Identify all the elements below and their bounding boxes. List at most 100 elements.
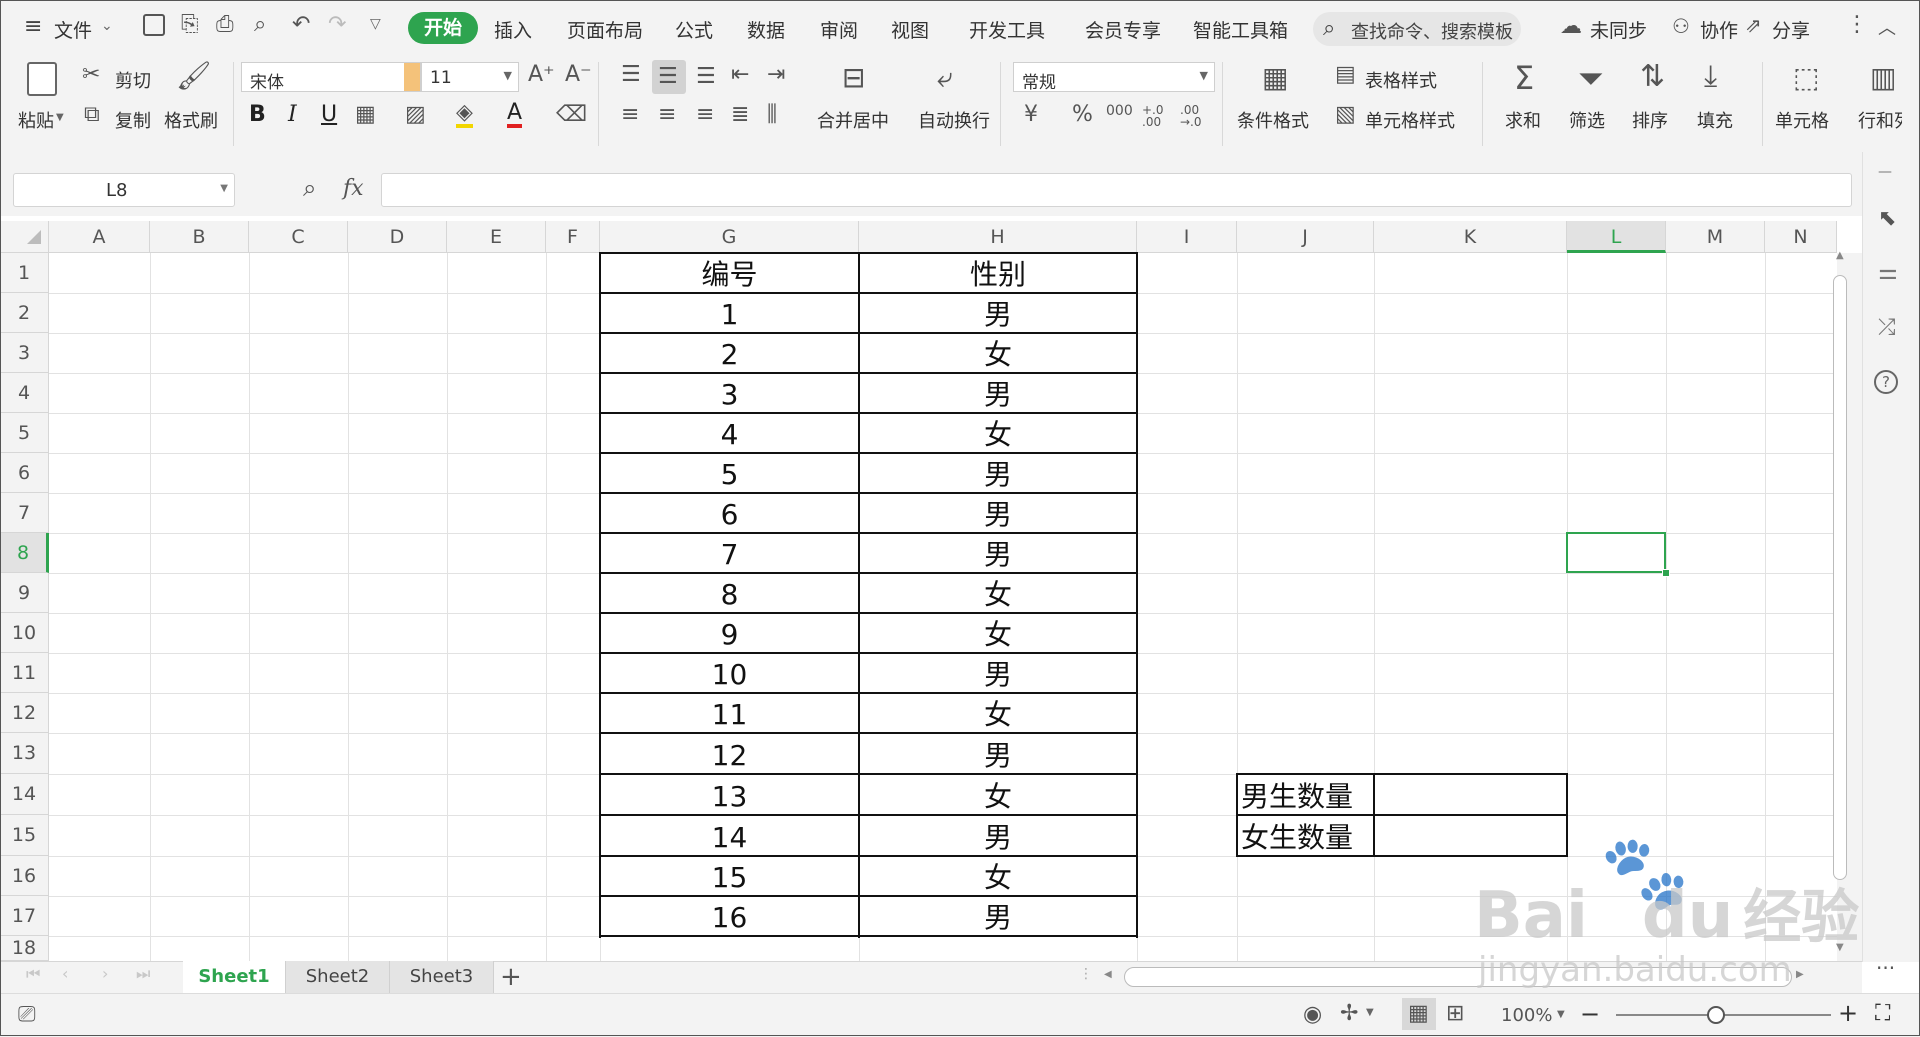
row-header[interactable]: 9 xyxy=(0,573,49,613)
cut-button[interactable]: 剪切 xyxy=(115,67,151,93)
chevron-down-icon[interactable]: ⌄ xyxy=(101,18,113,34)
font-size-select[interactable]: 11 ▼ xyxy=(421,62,519,92)
row-header[interactable]: 15 xyxy=(0,815,49,856)
table-cell[interactable]: 13 xyxy=(600,776,859,817)
filter-icon[interactable]: ⏷ xyxy=(1578,62,1604,94)
format-painter-button[interactable]: 格式刷 xyxy=(164,107,218,133)
table-cell[interactable]: 女 xyxy=(859,575,1137,615)
align-left-icon[interactable]: ≡ xyxy=(621,104,639,126)
tab-view[interactable]: 视图 xyxy=(891,16,929,43)
table-cell[interactable]: 12 xyxy=(600,735,859,776)
column-header[interactable]: B xyxy=(150,221,249,253)
selected-cell[interactable] xyxy=(1566,532,1666,573)
tab-data[interactable]: 数据 xyxy=(747,16,785,43)
settings-slider-icon[interactable]: ⚌ xyxy=(1878,260,1898,285)
conditional-format-icon[interactable]: ▦ xyxy=(1262,64,1288,92)
chevron-down-icon[interactable]: ▼ xyxy=(220,183,228,194)
female-count-cell[interactable] xyxy=(1374,817,1567,858)
distributed-align-icon[interactable]: ⫼ xyxy=(767,104,777,126)
table-header-cell[interactable]: 编号 xyxy=(600,255,859,295)
search-box[interactable]: ⌕ 查找命令、搜索模板 xyxy=(1313,12,1521,46)
font-color-icon[interactable]: A xyxy=(507,102,523,128)
italic-button[interactable]: I xyxy=(288,104,297,126)
align-top-icon[interactable]: ☰ xyxy=(621,64,641,86)
column-header[interactable]: G xyxy=(600,221,859,253)
column-header[interactable]: A xyxy=(49,221,150,253)
fill-handle[interactable] xyxy=(1662,569,1670,577)
decrease-decimal-button[interactable]: .00 →.0 xyxy=(1180,104,1212,128)
zoom-slider-handle[interactable] xyxy=(1707,1006,1725,1024)
column-header[interactable]: H xyxy=(859,221,1137,253)
row-header[interactable]: 10 xyxy=(0,613,49,653)
table-cell[interactable]: 15 xyxy=(600,858,859,898)
column-header[interactable]: D xyxy=(348,221,447,253)
table-cell[interactable]: 1 xyxy=(600,295,859,335)
table-cell[interactable]: 男 xyxy=(859,495,1137,535)
table-cell[interactable]: 女 xyxy=(859,776,1137,817)
increase-font-icon[interactable]: A⁺ xyxy=(528,64,555,86)
fullscreen-icon[interactable]: ⛶ xyxy=(1875,1001,1890,1026)
table-cell[interactable]: 男 xyxy=(859,295,1137,335)
row-header[interactable]: 3 xyxy=(0,333,49,373)
table-cell[interactable]: 11 xyxy=(600,695,859,735)
fill-color-icon[interactable]: ◈ xyxy=(456,102,473,128)
table-cell[interactable]: 9 xyxy=(600,615,859,655)
merge-center-button[interactable]: 合并居中 xyxy=(817,107,889,133)
row-header[interactable]: 13 xyxy=(0,733,49,774)
filter-button[interactable]: 筛选 xyxy=(1569,107,1605,133)
table-cell[interactable]: 女 xyxy=(859,615,1137,655)
table-cell[interactable]: 男 xyxy=(859,455,1137,495)
row-header[interactable]: 4 xyxy=(0,373,49,413)
paste-button[interactable]: 粘贴 xyxy=(18,107,54,133)
add-sheet-icon[interactable]: + xyxy=(500,961,522,993)
align-center-icon[interactable]: ≡ xyxy=(658,104,676,126)
sum-button[interactable]: 求和 xyxy=(1505,107,1541,133)
table-cell[interactable]: 男 xyxy=(859,898,1137,938)
column-header[interactable]: E xyxy=(447,221,546,253)
next-sheet-icon[interactable]: › xyxy=(102,964,108,983)
share-button[interactable]: 分享 xyxy=(1772,16,1810,43)
scissors-icon[interactable]: ✂ xyxy=(82,64,100,86)
row-header[interactable]: 8 xyxy=(0,533,49,573)
hscroll-splitter-icon[interactable]: ⋮ xyxy=(1079,966,1093,982)
cell-icon[interactable]: ⬚ xyxy=(1793,64,1819,92)
sheet-tab-sheet3[interactable]: Sheet3 xyxy=(390,961,494,993)
side-collapse-icon[interactable]: — xyxy=(1878,164,1892,180)
fx-button[interactable]: fx xyxy=(343,176,364,201)
row-header[interactable]: 11 xyxy=(0,653,49,693)
align-right-icon[interactable]: ≡ xyxy=(696,104,714,126)
side-more-icon[interactable]: ··· xyxy=(1876,956,1895,980)
sort-icon[interactable]: ⇅ xyxy=(1640,62,1665,92)
formula-input[interactable] xyxy=(381,173,1852,207)
table-cell[interactable]: 7 xyxy=(600,535,859,575)
tab-start[interactable]: 开始 xyxy=(408,12,478,44)
row-header[interactable]: 16 xyxy=(0,856,49,896)
table-cell[interactable]: 10 xyxy=(600,655,859,695)
fill-pattern-icon[interactable]: ▨ xyxy=(405,104,426,126)
print-preview-icon[interactable]: ⌕ xyxy=(254,12,266,37)
row-header[interactable]: 7 xyxy=(0,493,49,533)
hamburger-icon[interactable]: ≡ xyxy=(24,14,42,39)
table-cell[interactable]: 男 xyxy=(859,735,1137,776)
column-header[interactable]: I xyxy=(1137,221,1237,253)
wrap-text-button[interactable]: 自动换行 xyxy=(918,107,990,133)
table-cell[interactable]: 3 xyxy=(600,375,859,415)
table-cell[interactable]: 4 xyxy=(600,415,859,455)
save-icon[interactable] xyxy=(143,14,165,36)
cell-button[interactable]: 单元格 xyxy=(1775,107,1829,133)
underline-button[interactable]: U xyxy=(321,104,337,126)
row-header[interactable]: 6 xyxy=(0,453,49,493)
row-header[interactable]: 18 xyxy=(0,936,49,961)
table-cell[interactable]: 男 xyxy=(859,375,1137,415)
cell-style-icon[interactable]: ▧ xyxy=(1335,104,1356,126)
macro-record-icon[interactable]: ⎚ xyxy=(18,1002,36,1027)
print-icon[interactable]: ⎙ xyxy=(216,12,234,37)
chevron-down-icon[interactable]: ▼ xyxy=(1366,1007,1374,1018)
column-header[interactable]: L xyxy=(1567,221,1666,253)
paste-dropdown-icon[interactable]: ▼ xyxy=(56,112,64,123)
format-painter-icon[interactable]: 🖌 xyxy=(176,62,212,90)
thousands-button[interactable]: 000 xyxy=(1106,104,1133,118)
undo-icon[interactable]: ↶ xyxy=(292,12,310,37)
bold-button[interactable]: B xyxy=(249,104,266,126)
row-header[interactable]: 12 xyxy=(0,693,49,733)
